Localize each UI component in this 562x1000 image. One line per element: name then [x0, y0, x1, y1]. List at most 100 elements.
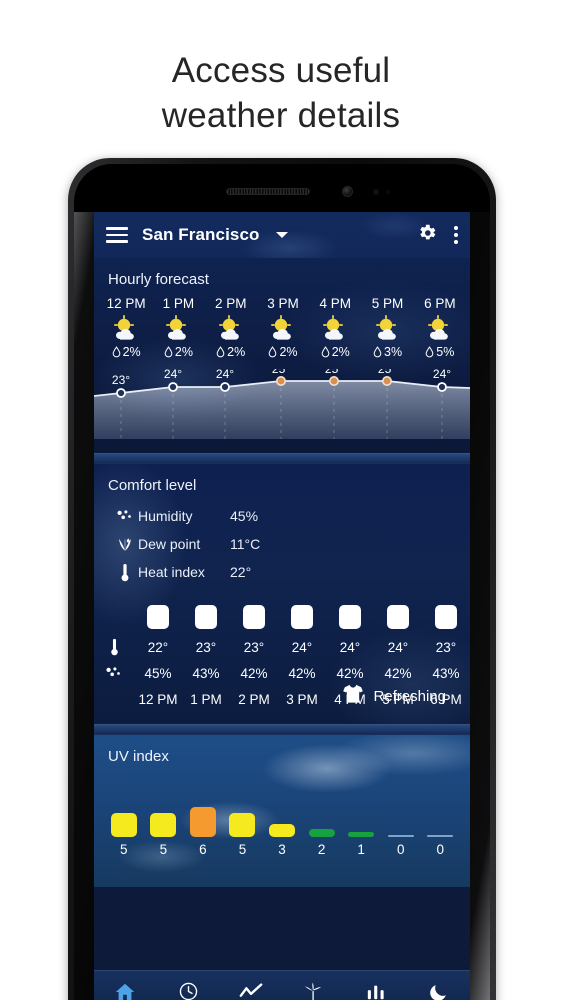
hour-cell[interactable]: 3 PM 2% [257, 296, 309, 359]
precip-probability: 3% [361, 345, 413, 359]
grid-humidity-value: 42% [288, 665, 316, 681]
phone-screen-bezel: San Francisco Hourly forecast 12 PM 2% 1… [74, 164, 490, 1000]
comfort-swatch [339, 605, 361, 629]
hour-cell[interactable]: 1 PM 2% [152, 296, 204, 359]
hour-time: 5 PM [371, 296, 404, 311]
grid-humidity-value: 42% [240, 665, 268, 681]
precip-probability: 2% [152, 345, 204, 359]
nav-item-trend[interactable] [219, 982, 282, 1000]
temp-label: 23° [112, 373, 130, 387]
swatch-cells [134, 605, 470, 629]
comfort-swatch [291, 605, 313, 629]
front-camera-icon [342, 186, 353, 197]
comfort-level-title: Comfort level [108, 477, 197, 494]
comfort-swatch-cell [422, 605, 470, 629]
precip-value: 2% [122, 345, 141, 359]
hour-cell[interactable]: 12 PM 2% [100, 296, 152, 359]
uv-bar [150, 813, 177, 837]
comfort-swatch [435, 605, 457, 629]
temp-label: 25° [378, 369, 396, 376]
hour-time: 1 PM [162, 296, 195, 311]
hour-cell[interactable]: 4 PM 2% [309, 296, 361, 359]
page-title: Access useful weather details [0, 48, 562, 138]
sun-behind-cloud-icon [414, 313, 466, 343]
comfort-grid-temperature-row: 22° 23° 23° 24° 24° 24° 23° [94, 634, 470, 660]
precip-value: 3% [384, 345, 403, 359]
comfort-swatch-cell [182, 605, 230, 629]
grid-temp-value: 22° [147, 639, 169, 655]
thermometer-icon [94, 638, 134, 656]
comfort-value: 45% [230, 508, 259, 524]
hour-cell[interactable]: 6 PM 5% [414, 296, 466, 359]
temp-label: 24° [433, 369, 451, 381]
water-drop-icon [112, 346, 120, 358]
nav-item-home[interactable] [94, 981, 157, 1000]
headline-line-1: Access useful [171, 51, 391, 90]
grid-humidity-value: 45% [144, 665, 172, 681]
nav-item-hourly[interactable] [157, 981, 220, 1000]
hour-time: 2 PM [214, 296, 247, 311]
humidity-droplets-icon [112, 509, 138, 523]
uv-value: 2 [317, 842, 326, 857]
uv-column: 6 [183, 807, 223, 857]
water-drop-icon [216, 346, 225, 358]
uv-column: 3 [262, 807, 302, 857]
comfort-grid-humidity-row: 45% 43% 42% 42% 42% 42% 43% [94, 660, 470, 686]
hour-time: 6 PM [424, 296, 456, 311]
comfort-swatch-cell [278, 605, 326, 629]
phone-frame: San Francisco Hourly forecast 12 PM 2% 1… [68, 158, 496, 1000]
uv-value: 5 [120, 842, 128, 857]
precip-probability: 2% [100, 345, 152, 359]
comfort-value: 22° [230, 564, 252, 580]
water-drop-icon [321, 346, 330, 358]
uv-bar [387, 835, 414, 837]
sun-behind-cloud-icon [205, 313, 257, 343]
dew-point-grass-icon [112, 536, 138, 552]
uv-column: 0 [421, 807, 461, 857]
comfort-swatch-cell [134, 605, 182, 629]
precip-probability: 5% [414, 345, 466, 359]
uv-column: 5 [104, 807, 144, 857]
precip-value: 2% [331, 345, 350, 359]
grid-temp-value: 23° [435, 639, 457, 655]
nav-item-wind[interactable] [282, 981, 345, 1000]
uv-bar [110, 813, 137, 837]
bottom-navigation-bar [94, 970, 470, 1000]
comfort-status-badge: Refreshing [342, 684, 446, 708]
hour-cell[interactable]: 2 PM 2% [205, 296, 257, 359]
grid-humidity-value: 42% [336, 665, 364, 681]
city-name[interactable]: San Francisco [142, 225, 260, 245]
grid-temp-value: 24° [339, 639, 361, 655]
nav-item-charts[interactable] [345, 982, 408, 1000]
comfort-level-section: Comfort level Humidity 45% Dew point 11°… [94, 464, 470, 724]
earpiece-speaker-icon [226, 188, 310, 195]
comfort-swatch [387, 605, 409, 629]
uv-value: 5 [238, 842, 247, 857]
temp-label: 25° [272, 369, 290, 376]
grid-temp-value: 23° [243, 639, 265, 655]
nav-item-night[interactable] [407, 982, 470, 1000]
uv-column: 0 [381, 807, 421, 857]
comfort-swatch [243, 605, 265, 629]
grid-humidity-value: 43% [432, 665, 460, 681]
uv-bar [427, 835, 454, 837]
section-divider [94, 453, 470, 464]
uv-bar [189, 807, 216, 837]
uv-bar [229, 813, 256, 837]
hamburger-icon[interactable] [106, 227, 128, 243]
uv-bar [308, 829, 335, 837]
comfort-label: Humidity [138, 508, 193, 524]
precip-probability: 2% [257, 345, 309, 359]
uv-index-section: UV index 5 5 6 5 3 2 1 0 0 [94, 735, 470, 887]
humidity-cells: 45% 43% 42% 42% 42% 42% 43% [134, 666, 470, 681]
comfort-swatch-cell [326, 605, 374, 629]
grid-humidity-value: 42% [384, 665, 412, 681]
uv-bar [348, 832, 375, 837]
gear-icon[interactable] [416, 222, 438, 249]
uv-column: 5 [144, 807, 184, 857]
chevron-down-icon[interactable] [275, 232, 288, 238]
comfort-row-dew-point: Dew point 11°C [112, 530, 470, 558]
hour-cell[interactable]: 5 PM 3% [361, 296, 413, 359]
kebab-menu-icon[interactable] [454, 226, 458, 244]
uv-index-title: UV index [108, 748, 169, 765]
